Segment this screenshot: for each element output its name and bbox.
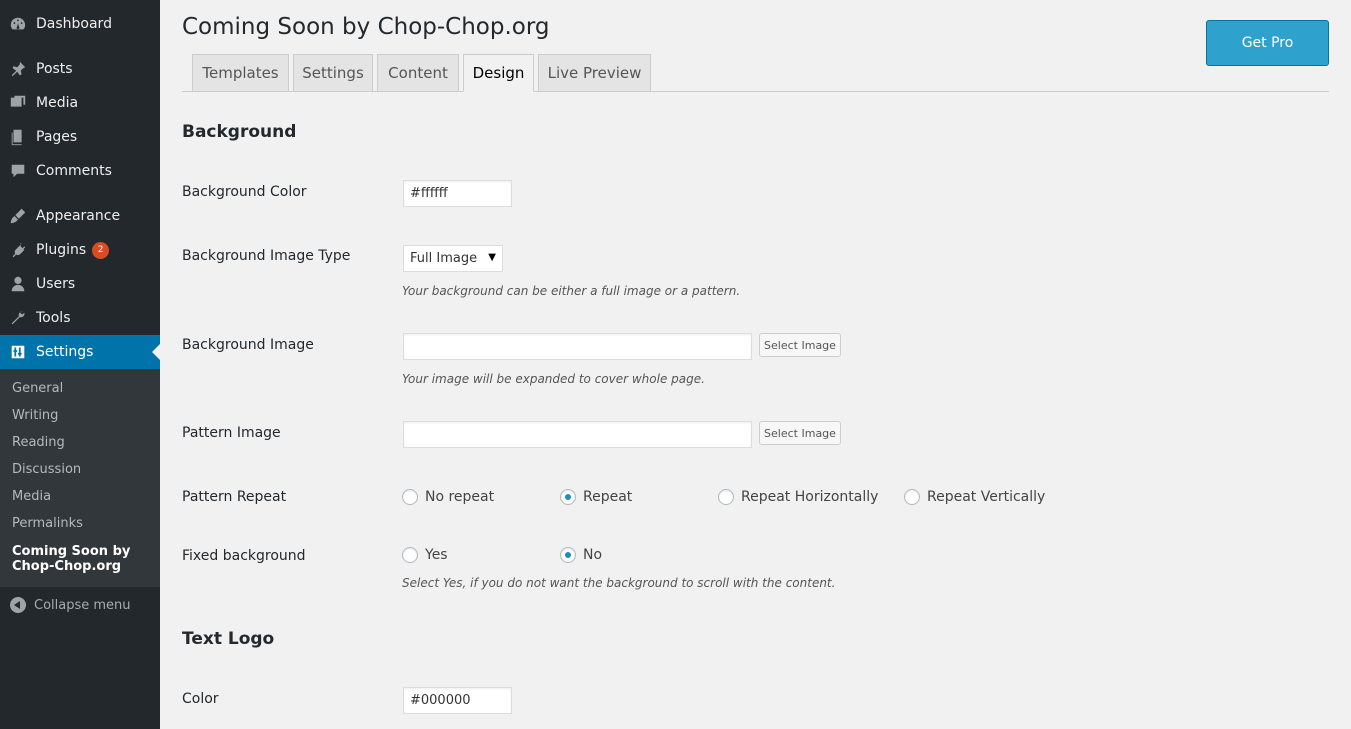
text-logo-color-input[interactable]: #000000 <box>403 687 512 714</box>
sidebar-item-label: Appearance <box>36 208 121 224</box>
sidebar-item-pages[interactable]: Pages <box>0 120 160 154</box>
sidebar-item-plugins[interactable]: Plugins 2 <box>0 233 160 267</box>
radio-fixed-no[interactable]: No <box>560 547 602 563</box>
background-color-label: Background Color <box>182 184 307 200</box>
dashboard-icon <box>0 15 36 33</box>
radio-circle-checked[interactable] <box>560 547 576 563</box>
section-title-background: Background <box>182 122 297 142</box>
submenu-item-media[interactable]: Media <box>12 489 51 504</box>
submenu-item-coming-soon[interactable]: Coming Soon by Chop-Chop.org <box>12 544 152 574</box>
tab-design[interactable]: Design <box>463 54 534 92</box>
sidebar-item-dashboard[interactable]: Dashboard <box>0 7 160 41</box>
sidebar-item-label: Plugins <box>36 242 87 258</box>
radio-fixed-yes[interactable]: Yes <box>402 547 448 563</box>
radio-repeat-horizontally[interactable]: Repeat Horizontally <box>718 489 878 505</box>
user-icon <box>0 275 36 293</box>
text-logo-color-label: Color <box>182 691 219 707</box>
sidebar-item-label: Posts <box>36 61 73 77</box>
select-value: Full Image <box>410 251 478 266</box>
sidebar-item-label: Dashboard <box>36 16 112 32</box>
sidebar-item-comments[interactable]: Comments <box>0 154 160 188</box>
wrench-icon <box>0 309 36 327</box>
sidebar-item-label: Users <box>36 276 76 292</box>
collapse-icon <box>10 597 26 613</box>
collapse-menu-button[interactable]: Collapse menu <box>10 597 131 613</box>
radio-circle-checked[interactable] <box>560 489 576 505</box>
submenu-item-permalinks[interactable]: Permalinks <box>12 516 83 531</box>
sidebar-item-appearance[interactable]: Appearance <box>0 199 160 233</box>
radio-repeat[interactable]: Repeat <box>560 489 632 505</box>
radio-circle[interactable] <box>402 489 418 505</box>
pattern-repeat-label: Pattern Repeat <box>182 489 287 505</box>
background-image-description: Your image will be expanded to cover who… <box>402 372 705 386</box>
radio-no-repeat[interactable]: No repeat <box>402 489 494 505</box>
submenu-item-general[interactable]: General <box>12 381 63 396</box>
select-background-image-button[interactable]: Select Image <box>759 333 841 357</box>
sidebar-item-users[interactable]: Users <box>0 267 160 301</box>
background-image-label: Background Image <box>182 337 314 353</box>
radio-circle[interactable] <box>402 547 418 563</box>
radio-label: Repeat Horizontally <box>741 489 879 505</box>
get-pro-button[interactable]: Get Pro <box>1206 20 1329 66</box>
dropdown-arrow-icon: ▼ <box>488 252 496 263</box>
tab-settings[interactable]: Settings <box>293 54 373 92</box>
radio-label: No <box>583 547 603 563</box>
pattern-image-label: Pattern Image <box>182 425 281 441</box>
comment-icon <box>0 162 36 180</box>
admin-sidebar: Dashboard Posts Media Pages Comments App… <box>0 0 160 729</box>
background-image-input[interactable] <box>403 333 752 360</box>
sidebar-item-posts[interactable]: Posts <box>0 52 160 86</box>
media-icon <box>0 94 36 112</box>
background-color-input[interactable]: #ffffff <box>403 180 512 207</box>
tab-templates[interactable]: Templates <box>192 54 289 92</box>
radio-circle[interactable] <box>904 489 920 505</box>
sidebar-item-tools[interactable]: Tools <box>0 301 160 335</box>
collapse-menu-label: Collapse menu <box>34 597 131 613</box>
radio-repeat-vertically[interactable]: Repeat Vertically <box>904 489 1045 505</box>
section-title-text-logo: Text Logo <box>182 629 275 649</box>
pattern-image-input[interactable] <box>403 421 752 448</box>
submenu-item-reading[interactable]: Reading <box>12 435 65 450</box>
sidebar-item-label: Tools <box>36 310 71 326</box>
fixed-background-label: Fixed background <box>182 548 306 564</box>
radio-label: Yes <box>425 547 448 563</box>
update-count-badge: 2 <box>92 241 110 259</box>
background-image-type-select[interactable]: Full Image ▼ <box>403 245 503 272</box>
tab-content[interactable]: Content <box>377 54 459 92</box>
radio-label: No repeat <box>425 489 495 505</box>
sidebar-item-settings[interactable]: Settings <box>0 335 160 369</box>
pin-icon <box>0 60 36 78</box>
background-image-type-label: Background Image Type <box>182 248 351 264</box>
sidebar-item-label: Media <box>36 95 79 111</box>
radio-label: Repeat Vertically <box>927 489 1046 505</box>
radio-circle[interactable] <box>718 489 734 505</box>
sidebar-item-label: Comments <box>36 163 112 179</box>
tab-live-preview[interactable]: Live Preview <box>538 54 651 92</box>
pages-icon <box>0 128 36 146</box>
radio-label: Repeat <box>583 489 633 505</box>
select-pattern-image-button[interactable]: Select Image <box>759 421 841 445</box>
submenu-item-discussion[interactable]: Discussion <box>12 462 81 477</box>
submenu-item-writing[interactable]: Writing <box>12 408 58 423</box>
sidebar-item-media[interactable]: Media <box>0 86 160 120</box>
brush-icon <box>0 207 36 225</box>
page-title: Coming Soon by Chop-Chop.org <box>182 14 550 40</box>
sidebar-item-label: Pages <box>36 129 78 145</box>
fixed-background-description: Select Yes, if you do not want the backg… <box>402 576 836 590</box>
settings-submenu: General Writing Reading Discussion Media… <box>0 369 160 587</box>
settings-icon <box>0 343 36 361</box>
background-type-description: Your background can be either a full ima… <box>402 284 741 298</box>
active-indicator <box>152 344 160 360</box>
sidebar-item-label: Settings <box>36 344 94 360</box>
plug-icon <box>0 241 36 259</box>
